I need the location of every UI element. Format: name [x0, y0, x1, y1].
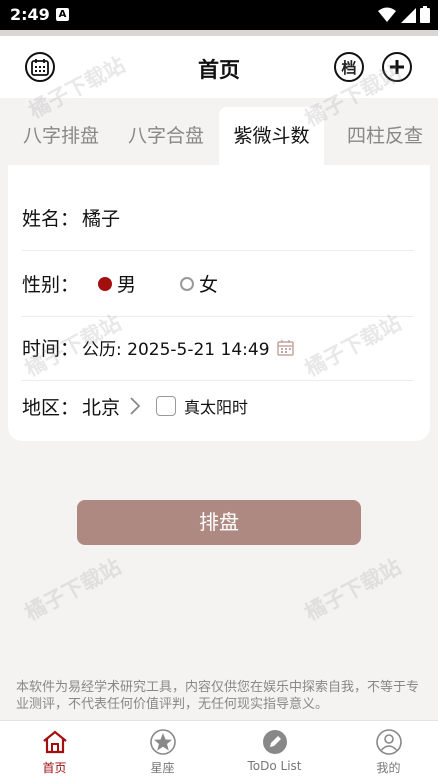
notification-icon: A — [56, 8, 69, 21]
solar-time-checkbox[interactable] — [156, 396, 177, 416]
tab-ziwei-doushu[interactable]: 紫微斗数 — [219, 107, 324, 165]
solar-time-label: 真太阳时 — [184, 398, 249, 417]
tab-bazi-hepan[interactable]: 八字合盘 — [114, 107, 218, 165]
home-icon — [43, 730, 67, 754]
plus-icon — [390, 60, 404, 74]
status-bar: 2:49 A — [0, 0, 438, 30]
gender-male-label: 男 — [117, 274, 137, 296]
battery-icon — [420, 6, 430, 23]
nav-constellation-label: 星座 — [150, 761, 175, 775]
radio-selected-icon — [98, 276, 112, 291]
status-time: 2:49 — [10, 5, 50, 24]
nav-constellation[interactable]: 星座 — [108, 721, 217, 780]
app-header: 首页 档 — [0, 30, 438, 98]
name-label: 姓名： — [22, 208, 80, 230]
nav-profile[interactable]: 我的 — [334, 721, 438, 780]
disclaimer-text: 本软件为易经学术研究工具，内容仅供您在娱乐中探索自我，不等于专业测评，不代表任何… — [16, 680, 420, 712]
gender-female-radio[interactable]: 女 — [180, 270, 218, 297]
chevron-right-icon[interactable] — [130, 397, 141, 415]
archive-button[interactable]: 档 — [334, 52, 364, 82]
tab-sizhu-fancha[interactable]: 四柱反查 — [332, 107, 438, 165]
bottom-nav: 首页 星座 ToDo List 我的 — [0, 720, 438, 780]
time-row: 时间： 公历: 2025-5-21 14:49 — [22, 315, 414, 381]
radio-unselected-icon — [180, 276, 195, 291]
gender-row: 性别： 男 女 — [22, 251, 414, 317]
nav-todo[interactable]: ToDo List — [220, 721, 329, 780]
paipan-button[interactable]: 排盘 — [77, 500, 361, 545]
name-input[interactable]: 橘子 — [82, 204, 120, 231]
nav-home[interactable]: 首页 — [0, 721, 109, 780]
nav-todo-label: ToDo List — [247, 759, 302, 773]
watermark: 橘子下载站 — [300, 554, 405, 626]
tab-bazi-paipan[interactable]: 八字排盘 — [0, 107, 122, 165]
signal-icon — [401, 7, 416, 23]
region-input[interactable]: 北京 — [82, 393, 120, 420]
name-row: 姓名： 橘子 — [22, 185, 414, 251]
region-label: 地区： — [22, 396, 80, 419]
tab-bar: 八字排盘 八字合盘 紫微斗数 四柱反查 — [0, 107, 438, 165]
time-label: 时间： — [22, 338, 80, 360]
wifi-icon — [378, 7, 396, 22]
region-row: 地区： 北京 真太阳时 — [22, 373, 414, 439]
status-icons — [378, 6, 430, 23]
nav-profile-label: 我的 — [376, 761, 401, 775]
gender-male-radio[interactable]: 男 — [98, 270, 136, 297]
birth-info-form: 姓名： 橘子 性别： 男 女 时间： 公历: 2025-5-21 14:49 地… — [8, 165, 430, 441]
pencil-icon — [263, 730, 287, 754]
calendar-picker-icon[interactable] — [276, 339, 294, 356]
add-button[interactable] — [382, 52, 412, 82]
watermark: 橘子下载站 — [20, 554, 125, 626]
nav-home-label: 首页 — [42, 761, 67, 775]
time-input[interactable]: 公历: 2025-5-21 14:49 — [82, 335, 270, 360]
user-icon — [376, 729, 402, 755]
gender-label: 性别： — [22, 274, 80, 296]
gender-female-label: 女 — [199, 274, 219, 296]
page-title: 首页 — [198, 58, 240, 82]
archive-label: 档 — [341, 58, 357, 77]
star-icon — [150, 729, 176, 755]
